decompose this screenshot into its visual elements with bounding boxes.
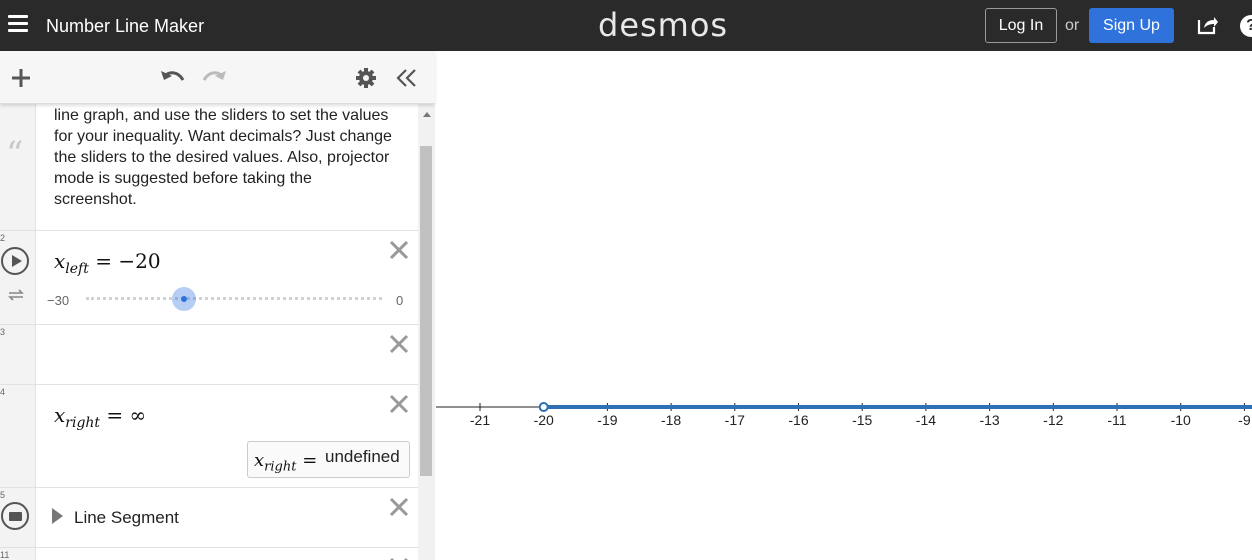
graph-paper[interactable]: -21 -20 -19 -18 -17 -16 -15 -14 -13 -12 -11 -10 -9 — [436, 51, 1252, 560]
row-number: 2 — [0, 233, 6, 243]
expression-scrollbar[interactable] — [418, 104, 435, 560]
folder-label[interactable]: Line Segment — [74, 508, 179, 528]
slider-handle[interactable] — [172, 287, 196, 311]
xleft-var: x — [54, 249, 66, 273]
xright-value: ∞ — [129, 403, 147, 427]
login-button[interactable]: Log In — [985, 8, 1057, 43]
tick-label: -12 — [1043, 412, 1063, 428]
scroll-thumb[interactable] — [420, 146, 432, 476]
quote-icon: “ — [6, 134, 24, 174]
row-number: 5 — [0, 490, 6, 500]
tick-label: -10 — [1171, 412, 1191, 428]
expression-panel: “ line graph, and use the sliders to set… — [0, 51, 435, 560]
expression-row-partial[interactable]: 11 — [0, 548, 418, 560]
xleft-value: −20 — [118, 249, 161, 273]
delete-icon[interactable] — [388, 556, 410, 560]
folder-icon[interactable] — [1, 502, 29, 530]
delete-icon[interactable] — [388, 496, 410, 518]
delete-icon[interactable] — [388, 393, 410, 415]
expression-list: “ line graph, and use the sliders to set… — [0, 104, 418, 560]
tick-label: -17 — [725, 412, 745, 428]
tick-label: -16 — [788, 412, 808, 428]
xright-var: x — [54, 403, 66, 427]
number-line[interactable]: -21 -20 -19 -18 -17 -16 -15 -14 -13 -12 -11 -10 -9 — [436, 51, 1252, 560]
xright-sub: right — [65, 415, 101, 431]
tick-label: -18 — [661, 412, 681, 428]
slider-track[interactable] — [86, 297, 382, 301]
expression-tab: 3 — [0, 325, 36, 384]
open-endpoint[interactable] — [538, 402, 549, 412]
row-number: 11 — [0, 550, 10, 560]
xleft-equals: = — [95, 249, 112, 273]
plus-icon[interactable] — [10, 67, 32, 89]
tick-label: -11 — [1107, 412, 1126, 428]
expression-row-empty[interactable]: 3 — [0, 325, 418, 385]
eval-var: x — [254, 450, 265, 471]
expression-tab: 5 — [0, 488, 36, 547]
slider-min[interactable]: −30 — [47, 293, 69, 308]
expression-row-xleft[interactable]: 2 xleft = −20 −30 0 — [0, 231, 418, 325]
xright-formula[interactable]: xright = ∞ — [54, 403, 146, 431]
collapse-panel-icon[interactable] — [396, 67, 418, 89]
tick-label: -14 — [916, 412, 936, 428]
expression-toolbar — [0, 51, 435, 104]
redo-icon[interactable] — [201, 67, 227, 89]
top-bar: Number Line Maker desmos Log In or Sign … — [0, 0, 1252, 51]
eval-formula: xright = — [254, 450, 317, 475]
tick-label: -13 — [979, 412, 999, 428]
tick-label: -15 — [852, 412, 872, 428]
help-icon[interactable]: ? — [1240, 15, 1252, 37]
app-title: Number Line Maker — [46, 16, 205, 36]
expression-row-xright[interactable]: 4 xright = ∞ xright = undefined — [0, 385, 418, 488]
loop-icon[interactable] — [7, 287, 25, 303]
delete-icon[interactable] — [388, 333, 410, 355]
expression-tab: 2 — [0, 231, 36, 324]
delete-icon[interactable] — [388, 239, 410, 261]
or-text: or — [1065, 17, 1080, 34]
tick-label: -21 — [470, 412, 490, 428]
expand-arrow-icon[interactable] — [52, 508, 63, 524]
scroll-up-icon[interactable] — [423, 112, 431, 117]
xleft-sub: left — [65, 261, 89, 277]
row-number: 4 — [0, 387, 6, 397]
undo-icon[interactable] — [160, 67, 186, 89]
play-icon[interactable] — [1, 247, 29, 275]
note-row[interactable]: “ line graph, and use the sliders to set… — [0, 104, 418, 231]
xleft-formula[interactable]: xleft = −20 — [54, 249, 161, 277]
eval-sub: right — [264, 459, 297, 475]
eval-equals: = — [302, 450, 318, 471]
gear-icon[interactable] — [355, 67, 377, 89]
note-tab: “ — [0, 104, 36, 230]
tick-label: -20 — [534, 412, 554, 428]
row-number: 3 — [0, 327, 6, 337]
tick-label: -19 — [597, 412, 617, 428]
expression-tab: 11 — [0, 548, 36, 560]
xright-equals: = — [106, 403, 124, 427]
desmos-logo[interactable]: desmos — [598, 6, 728, 44]
folder-row[interactable]: 5 Line Segment — [0, 488, 418, 548]
evaluation-box: xright = undefined — [247, 441, 410, 478]
note-text[interactable]: line graph, and use the sliders to set t… — [54, 105, 394, 210]
expression-tab: 4 — [0, 385, 36, 487]
eval-value: undefined — [325, 447, 400, 466]
share-icon[interactable] — [1196, 14, 1218, 36]
tick-label: -9 — [1238, 412, 1251, 428]
menu-icon[interactable] — [8, 15, 28, 35]
slider-max[interactable]: 0 — [396, 293, 403, 308]
signup-button[interactable]: Sign Up — [1089, 8, 1174, 43]
